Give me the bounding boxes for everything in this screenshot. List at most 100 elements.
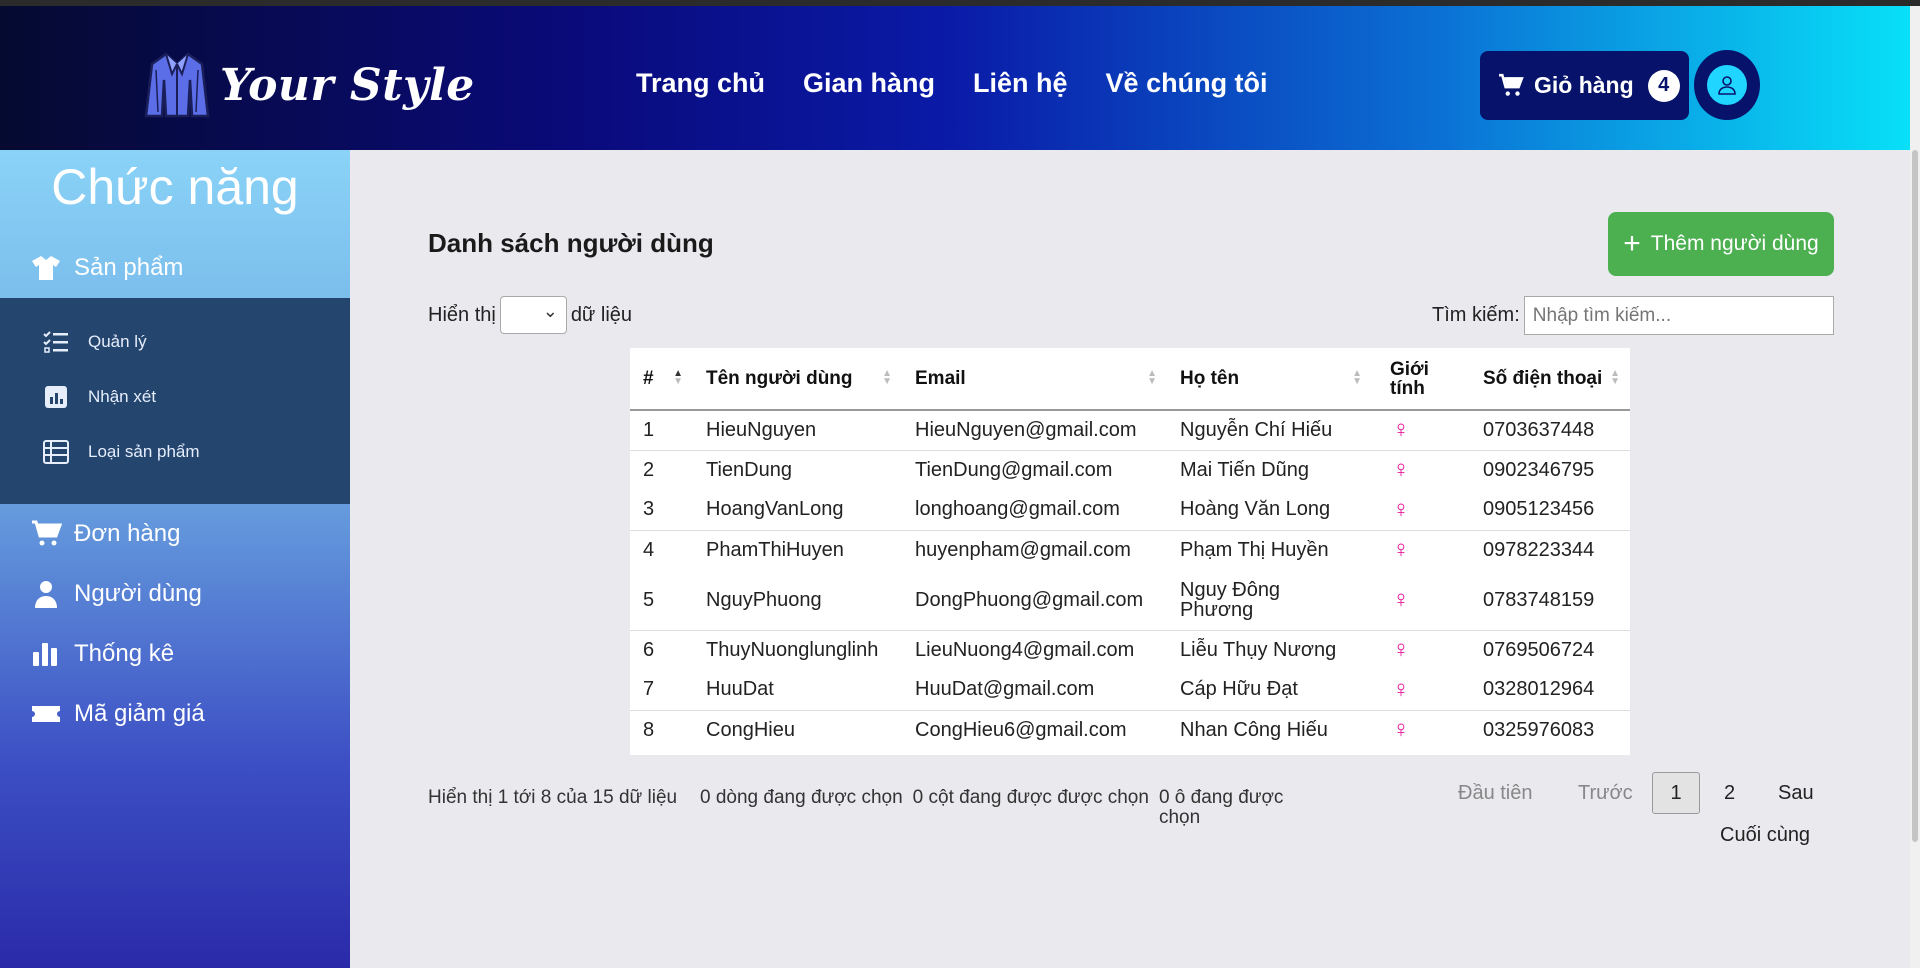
user-icon <box>35 581 57 608</box>
cell-fullname: Mai Tiến Dũng <box>1180 458 1309 481</box>
cell-fullname: Liễu Thụy Nương <box>1180 638 1337 661</box>
table-row[interactable]: 8 CongHieu CongHieu6@gmail.com Nhan Công… <box>630 710 1630 750</box>
sidebar-item-users[interactable]: Người dùng <box>30 578 202 610</box>
sort-icon: ▲ ▼ <box>882 368 892 387</box>
sort-icon: ▲ ▼ <box>1147 368 1157 387</box>
users-table: # ▲ ▼ Tên người dùng ▲ ▼ Email ▲ ▼ Họ tên ▲ ▼ Gi… <box>630 348 1630 755</box>
female-icon: ♀ <box>1372 490 1470 531</box>
logo[interactable]: Your Style <box>144 50 475 120</box>
cart-icon <box>32 520 62 546</box>
cell-username: HieuNguyen <box>693 410 902 451</box>
search-control: Tìm kiếm: <box>1432 296 1834 335</box>
show-prefix-label: Hiển thị <box>428 303 496 326</box>
cell-fullname: Hoàng Văn Long <box>1167 490 1372 531</box>
column-header-label: Giới tính <box>1390 358 1429 399</box>
page-scrollbar-thumb[interactable] <box>1912 150 1918 842</box>
sidebar-item-label: Sản phẩm <box>74 254 184 281</box>
user-avatar <box>1707 65 1747 105</box>
column-header-username[interactable]: Tên người dùng ▲ ▼ <box>693 348 902 411</box>
table-info: Hiển thị 1 tới 8 của 15 dữ liệu 0 dòng đ… <box>428 788 1308 828</box>
sidebar-item-orders[interactable]: Đơn hàng <box>30 518 180 550</box>
cell-email: HuuDat@gmail.com <box>902 670 1167 711</box>
sidebar: Chức năng Sản phẩm Quản lý Nhận xét Loại… <box>0 150 350 968</box>
pagination-page-1[interactable]: 1 <box>1652 772 1700 814</box>
female-icon: ♀ <box>1392 636 1410 664</box>
cell-email: huyenpham@gmail.com <box>915 538 1131 561</box>
sidebar-subitem-reviews[interactable]: Nhận xét <box>42 383 156 411</box>
column-header-label: Họ tên <box>1180 367 1240 389</box>
nav-shop[interactable]: Gian hàng <box>803 68 935 99</box>
cell-index: 3 <box>630 490 693 531</box>
page-length-select[interactable] <box>499 296 567 334</box>
user-account-button[interactable] <box>1694 50 1760 120</box>
sidebar-item-products[interactable]: Sản phẩm <box>30 252 183 284</box>
pagination-next[interactable]: Sau <box>1778 782 1814 805</box>
pagination-prev[interactable]: Trước <box>1578 782 1633 805</box>
show-suffix-label: dữ liệu <box>570 303 633 326</box>
table-row[interactable]: 1 HieuNguyen HieuNguyen@gmail.com Nguyễn… <box>630 410 1630 451</box>
cell-email: DongPhuong@gmail.com <box>902 570 1167 631</box>
column-header-index[interactable]: # ▲ ▼ <box>630 348 693 411</box>
cell-phone: 0902346795 <box>1483 458 1595 481</box>
cell-phone: 0325976083 <box>1483 718 1595 741</box>
user-icon <box>1718 76 1736 95</box>
list-table-icon <box>43 440 69 464</box>
bar-chart-icon <box>33 643 57 666</box>
sidebar-item-coupons[interactable]: Mã giảm giá <box>30 698 205 730</box>
table-row[interactable]: 7 HuuDat HuuDat@gmail.com Cáp Hữu Đạt ♀ … <box>630 670 1630 711</box>
search-label: Tìm kiếm: <box>1432 304 1520 326</box>
table-row[interactable]: 2 TienDung TienDung@gmail.com Mai Tiến D… <box>630 450 1630 490</box>
sidebar-subitem-categories[interactable]: Loại sản phẩm <box>42 438 200 466</box>
rows-selected-text: 0 dòng đang được chọn <box>700 787 903 808</box>
table-row[interactable]: 4 PhamThiHuyen huyenpham@gmail.com Phạm … <box>630 530 1630 570</box>
pagination-page-2[interactable]: 2 <box>1724 782 1735 805</box>
table-row[interactable]: 3 HoangVanLong longhoang@gmail.com Hoàng… <box>630 490 1630 531</box>
cell-fullname: Nhan Công Hiếu <box>1180 718 1328 741</box>
shirt-icon <box>32 256 60 280</box>
cell-index: 4 <box>643 538 655 561</box>
table-info-text: Hiển thị 1 tới 8 của 15 dữ liệu <box>428 787 678 808</box>
column-header-email[interactable]: Email ▲ ▼ <box>902 348 1167 411</box>
cell-index: 6 <box>643 638 655 661</box>
pagination-last[interactable]: Cuối cùng <box>1720 824 1810 847</box>
sidebar-subitem-label: Nhận xét <box>88 387 157 406</box>
site-header: Your Style Trang chủ Gian hàng Liên hệ V… <box>0 6 1910 150</box>
column-header-fullname[interactable]: Họ tên ▲ ▼ <box>1167 348 1372 411</box>
table-row[interactable]: 5 NguyPhuong DongPhuong@gmail.com Nguy Đ… <box>630 570 1630 631</box>
cell-email: TienDung@gmail.com <box>915 458 1113 481</box>
sort-icon: ▲ ▼ <box>1610 368 1620 387</box>
page-title: Danh sách người dùng <box>428 228 714 258</box>
cell-fullname: Nguy Đông Phương <box>1167 570 1372 631</box>
column-header-gender[interactable]: Giới tính <box>1372 348 1470 411</box>
sidebar-item-label: Mã giảm giá <box>74 700 205 727</box>
cart-count-badge: 4 <box>1647 69 1680 102</box>
cell-phone: 0905123456 <box>1470 490 1630 531</box>
nav-contact[interactable]: Liên hệ <box>973 68 1068 99</box>
female-icon: ♀ <box>1392 716 1410 744</box>
cell-username: TienDung <box>706 458 792 481</box>
cart-icon <box>1499 73 1524 96</box>
female-icon: ♀ <box>1372 670 1470 711</box>
cell-username: NguyPhuong <box>693 570 902 631</box>
nav-home[interactable]: Trang chủ <box>636 68 765 99</box>
nav-about[interactable]: Về chúng tôi <box>1106 68 1268 99</box>
cells-selected-text: 0 ô đang được chọn <box>1158 787 1284 828</box>
column-header-label: Email <box>915 367 966 389</box>
cell-username: HuuDat <box>693 670 902 711</box>
cart-button[interactable]: Giỏ hàng 4 <box>1480 51 1689 120</box>
main-nav: Trang chủ Gian hàng Liên hệ Về chúng tôi <box>636 68 1268 99</box>
add-user-label: Thêm người dùng <box>1650 232 1819 255</box>
pagination-first[interactable]: Đầu tiên <box>1458 782 1533 805</box>
add-user-button[interactable]: + Thêm người dùng <box>1608 212 1834 276</box>
cell-phone: 0769506724 <box>1483 638 1595 661</box>
column-header-phone[interactable]: Số điện thoại ▲ ▼ <box>1470 348 1630 411</box>
table-row[interactable]: 6 ThuyNuonglunglinh LieuNuong4@gmail.com… <box>630 630 1630 670</box>
sidebar-item-stats[interactable]: Thống kê <box>30 638 174 670</box>
cell-fullname: Nguyễn Chí Hiếu <box>1167 410 1372 451</box>
sidebar-subitem-manage[interactable]: Quản lý <box>42 328 147 356</box>
sort-icon: ▲ ▼ <box>673 368 683 387</box>
sidebar-item-label: Đơn hàng <box>74 520 181 547</box>
cart-label: Giỏ hàng <box>1534 72 1634 98</box>
cell-index: 7 <box>630 670 693 711</box>
search-input[interactable] <box>1523 296 1834 335</box>
